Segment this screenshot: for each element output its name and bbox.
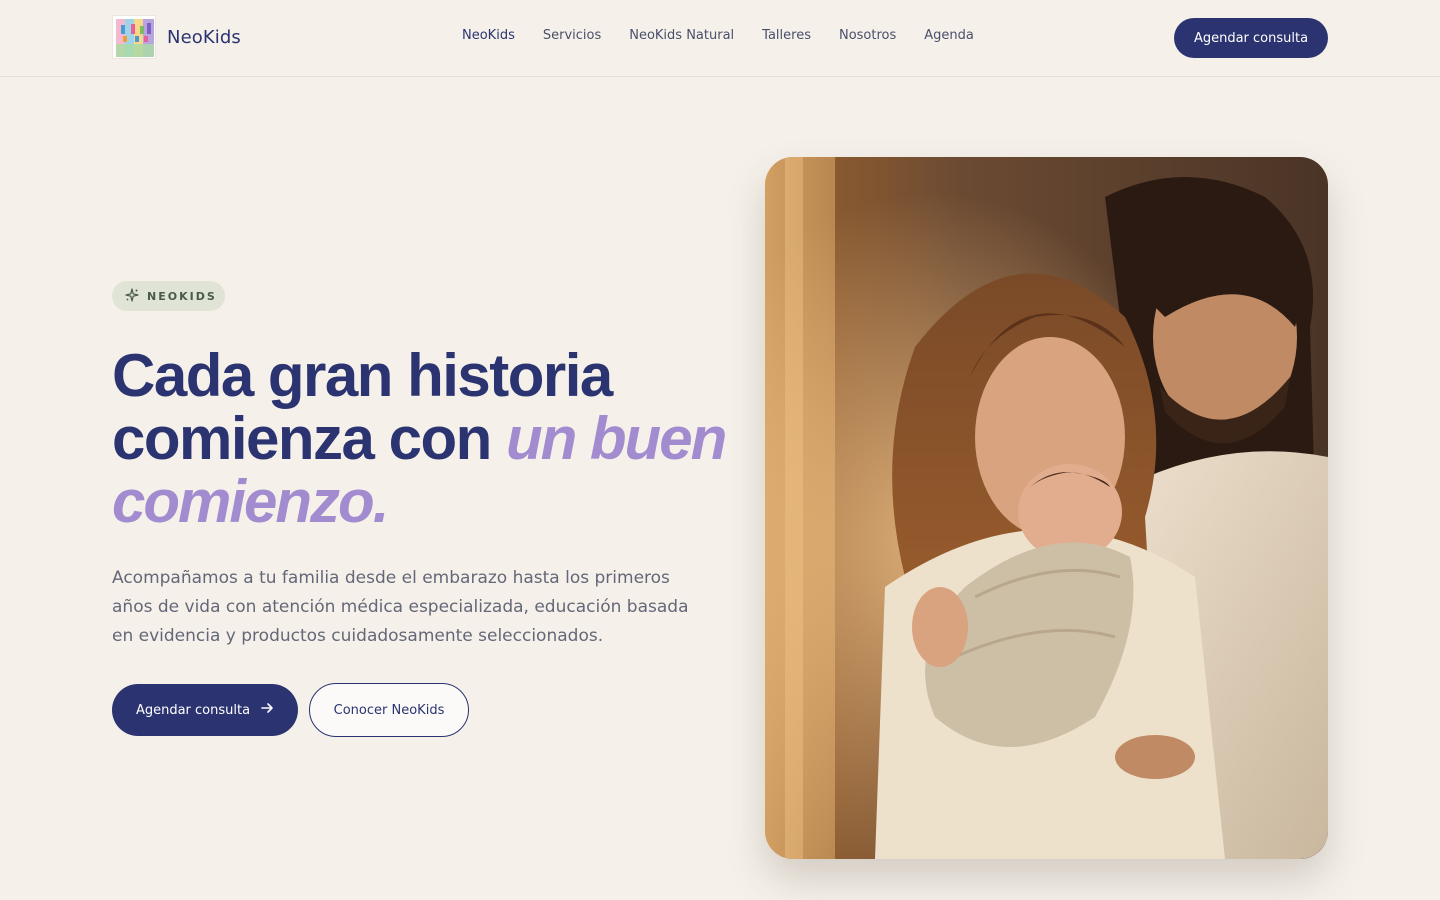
hero-photo-illustration bbox=[765, 157, 1328, 859]
main-nav: NeoKids Servicios NeoKids Natural Taller… bbox=[462, 28, 1002, 43]
schedule-consultation-button[interactable]: Agendar consulta bbox=[112, 684, 298, 736]
brand-name: NeoKids bbox=[167, 26, 241, 48]
neokids-logo bbox=[112, 15, 156, 59]
learn-neokids-button[interactable]: Conocer NeoKids bbox=[309, 683, 469, 737]
site-header: NeoKids NeoKids Servicios NeoKids Natura… bbox=[0, 0, 1440, 77]
nav-item-neokids-natural[interactable]: NeoKids Natural bbox=[629, 28, 734, 43]
schedule-button-label: Agendar consulta bbox=[135, 702, 251, 718]
hero-description: Acompañamos a tu familia desde el embara… bbox=[112, 568, 689, 646]
nav-item-nosotros[interactable]: Nosotros bbox=[839, 28, 896, 43]
arrow-right-icon bbox=[260, 701, 274, 719]
header-schedule-button[interactable]: Agendar consulta bbox=[1174, 18, 1328, 58]
badge-label: NEOKIDS bbox=[147, 289, 217, 303]
nav-item-servicios[interactable]: Servicios bbox=[543, 28, 601, 43]
hero-headline: Cada gran historia comienza con un buen … bbox=[112, 344, 732, 533]
nav-item-neokids[interactable]: NeoKids bbox=[462, 28, 515, 43]
sparkles-icon bbox=[125, 287, 139, 306]
nav-item-agenda[interactable]: Agenda bbox=[924, 28, 974, 43]
family-holding-newborn-photo bbox=[765, 157, 1328, 859]
logo-link[interactable]: NeoKids bbox=[112, 15, 241, 59]
hero-badge: NEOKIDS bbox=[112, 281, 225, 311]
nav-item-talleres[interactable]: Talleres bbox=[762, 28, 811, 43]
logo-graphic bbox=[116, 19, 154, 57]
